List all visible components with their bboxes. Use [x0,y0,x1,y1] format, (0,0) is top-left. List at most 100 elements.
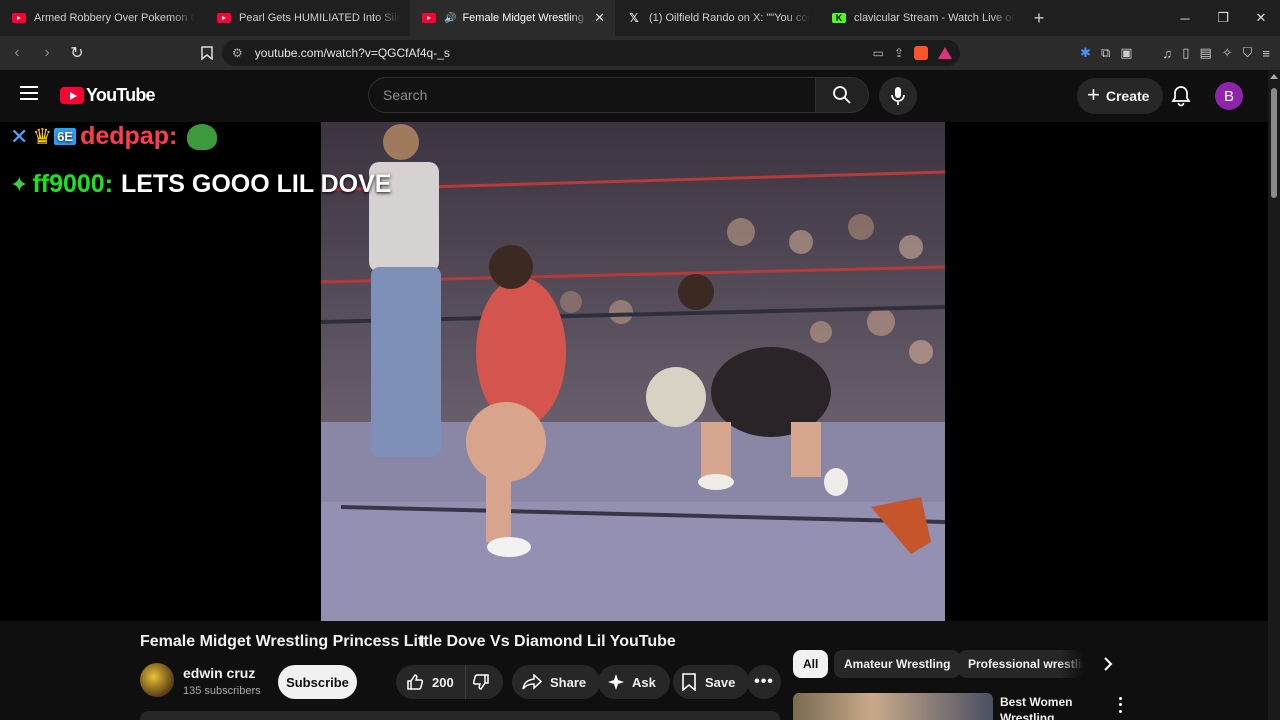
bookmark-icon[interactable] [194,40,220,66]
bell-icon [1171,86,1191,107]
extension-icon[interactable]: ✱ [1080,45,1091,61]
minimize-icon[interactable]: ─ [1166,0,1204,36]
reader-icon[interactable]: ▣ [1120,45,1132,61]
search-box [368,77,816,113]
description-box[interactable] [140,711,780,720]
create-label: Create [1105,88,1150,104]
wallet-icon[interactable]: ▤ [1199,45,1211,61]
page-scrollbar[interactable] [1268,70,1280,720]
chat-username: dedpap: [80,122,178,150]
youtube-favicon-icon [217,13,231,23]
browser-tab[interactable]: Pearl Gets HUMILIATED Into Silence [205,0,410,36]
frog-emote-icon [187,123,218,150]
share-label: Share [550,674,587,690]
subscriber-count: 135 subscribers [183,685,261,697]
like-count: 200 [432,674,454,690]
video-player[interactable]: ✕ ♛ 6E dedpap: ✦ ff9000: LETS GOOO LIL D… [0,122,1268,621]
browser-tab-active[interactable]: 🔊 Female Midget Wrestling Prin ✕ [410,0,615,36]
share-button[interactable]: Share [512,665,601,699]
sword-badge-icon: ✕ [10,123,29,149]
reload-icon[interactable]: ↻ [64,40,90,66]
save-button[interactable]: Save [673,665,750,699]
youtube-play-icon [60,87,84,104]
brave-rewards-icon[interactable] [938,47,952,59]
sidebar-icon[interactable]: ▯ [1182,45,1189,61]
video-frame[interactable] [321,122,945,621]
screenshot-icon[interactable]: ▭ [873,46,884,60]
more-vertical-icon[interactable] [1113,695,1127,715]
site-info-icon[interactable]: ⚙ [232,46,243,60]
tab-title: Armed Robbery Over Pokemon Cards [34,12,195,24]
crown-badge-icon: ♛ [32,123,53,149]
scroll-up-icon[interactable] [1270,74,1278,79]
sparkle-icon [608,674,624,690]
speaker-icon[interactable]: 🔊 [444,13,456,24]
ask-button[interactable]: Ask [598,665,670,699]
chat-overlay-line: ✕ ♛ 6E dedpap: [10,122,218,151]
tab-title: (1) Oilfield Rando on X: ""You come t [649,12,810,24]
create-button[interactable]: + Create [1077,78,1164,114]
dislike-button[interactable] [466,665,503,699]
close-window-icon[interactable]: ✕ [1242,0,1280,36]
save-label: Save [705,674,736,690]
browser-tab[interactable]: 𝕏 (1) Oilfield Rando on X: ""You come t [615,0,820,36]
chevron-right-icon [1104,657,1113,671]
account-avatar[interactable]: B [1215,82,1243,110]
browser-tab[interactable]: K clavicular Stream - Watch Live on Kick [820,0,1025,36]
address-bar-actions: ▭ ⇪ [873,40,952,66]
address-bar[interactable]: ⚙ youtube.com/watch?v=QGCfAf4q-_s ▭ ⇪ [222,40,960,66]
search-icon [833,86,851,104]
avatar-letter: B [1223,87,1234,105]
voice-search-button[interactable] [879,77,917,115]
chat-message: LETS GOOO LIL DOVE [121,170,392,198]
chips-next-button[interactable] [1094,650,1122,678]
brave-shields-icon[interactable] [914,46,928,60]
kick-favicon-icon: K [832,13,846,23]
subscribe-button[interactable]: Subscribe [278,665,357,699]
notifications-button[interactable] [1168,83,1194,109]
recommendation-thumbnail[interactable] [793,693,993,720]
share-page-icon[interactable]: ⇪ [894,46,904,60]
hamburger-menu-icon[interactable] [20,86,38,100]
clover-badge-icon: ✦ [10,171,29,197]
scrollbar-thumb[interactable] [1271,88,1277,198]
like-button[interactable]: 200 [396,665,466,699]
youtube-header: YouTube + Create B [0,70,1268,122]
chip-amateur-wrestling[interactable]: Amateur Wrestling [834,650,961,678]
youtube-logo[interactable]: YouTube [60,85,156,106]
youtube-favicon-icon [422,13,436,23]
puzzle-icon[interactable]: ⧉ [1101,45,1110,61]
forward-icon[interactable]: › [34,40,60,66]
chip-all[interactable]: All [793,650,829,678]
window-controls: ─ ❐ ✕ [1166,0,1280,36]
vpn-icon[interactable]: ⛉ [1243,45,1253,61]
search-button[interactable] [815,77,869,113]
bookmark-save-icon [682,673,696,691]
browser-tab[interactable]: Armed Robbery Over Pokemon Cards [0,0,205,36]
back-icon[interactable]: ‹ [4,40,30,66]
close-tab-icon[interactable]: ✕ [594,10,605,26]
media-icon[interactable]: ♫ [1163,46,1173,61]
tab-title: Female Midget Wrestling Prin [462,12,588,24]
restore-icon[interactable]: ❐ [1204,0,1242,36]
new-tab-button[interactable]: + [1025,8,1053,29]
channel-avatar[interactable] [140,663,174,697]
menu-icon[interactable]: ≡ [1262,46,1270,61]
like-dislike-group: 200 [396,665,503,699]
leo-icon[interactable]: ✧ [1222,45,1233,61]
x-favicon-icon: 𝕏 [629,11,639,25]
channel-name[interactable]: edwin cruz [183,665,255,681]
search-input[interactable] [383,87,816,103]
more-horizontal-icon: ••• [754,673,774,690]
tab-title: clavicular Stream - Watch Live on Kick [854,12,1015,24]
chip-professional-wrestling[interactable]: Professional wrestling [958,650,1084,678]
more-actions-button[interactable]: ••• [747,665,781,699]
chat-username: ff9000: [32,170,114,198]
thumbs-up-icon [407,674,424,690]
subscriber-badge-icon: 6E [54,128,77,145]
logo-text: YouTube [86,85,156,105]
video-title: Female Midget Wrestling Princess Little … [140,633,676,650]
youtube-favicon-icon [12,13,26,23]
recommendation-title[interactable]: Best Women Wrestling Low... [1000,694,1090,720]
url-text[interactable]: youtube.com/watch?v=QGCfAf4q-_s [255,46,450,60]
